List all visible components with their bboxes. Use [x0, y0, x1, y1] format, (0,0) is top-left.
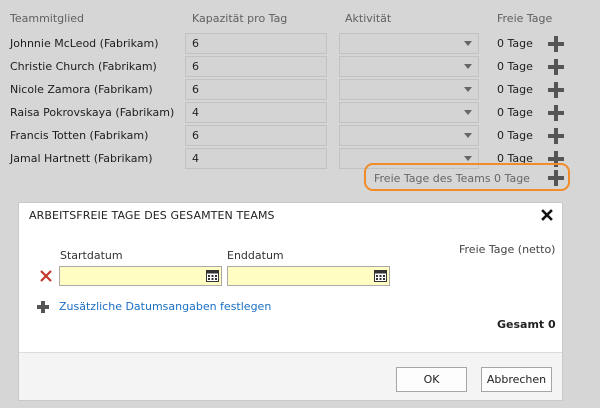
member-row: Johnnie McLeod (Fabrikam) 6 0 Tage	[0, 33, 600, 57]
ok-button[interactable]: OK	[396, 367, 467, 392]
activity-dropdown[interactable]	[339, 56, 479, 77]
calendar-icon[interactable]	[374, 269, 387, 282]
member-days-off: 0 Tage	[497, 37, 533, 50]
member-days-off: 0 Tage	[497, 60, 533, 73]
delete-x-icon[interactable]	[39, 269, 53, 283]
capacity-input[interactable]: 6	[185, 56, 327, 77]
member-name: Johnnie McLeod (Fabrikam)	[10, 37, 159, 50]
capacity-input[interactable]: 6	[185, 79, 327, 100]
member-days-off: 0 Tage	[497, 129, 533, 142]
calendar-icon[interactable]	[206, 269, 219, 282]
activity-dropdown[interactable]	[339, 79, 479, 100]
capacity-input[interactable]: 4	[185, 148, 327, 169]
member-days-off: 0 Tage	[497, 83, 533, 96]
cancel-button[interactable]: Abbrechen	[481, 367, 552, 392]
chevron-down-icon	[464, 87, 472, 92]
member-days-off: 0 Tage	[497, 106, 533, 119]
add-days-off-icon[interactable]	[548, 59, 564, 75]
member-row: Francis Totten (Fabrikam) 6 0 Tage	[0, 125, 600, 149]
chevron-down-icon	[464, 156, 472, 161]
chevron-down-icon	[464, 64, 472, 69]
start-date-input[interactable]	[59, 266, 222, 286]
member-name: Raisa Pokrovskaya (Fabrikam)	[10, 106, 175, 119]
team-days-off-dialog: ARBEITSFREIE TAGE DES GESAMTEN TEAMS Fre…	[18, 202, 563, 401]
team-days-off-highlight: Freie Tage des Teams 0 Tage	[364, 163, 570, 191]
activity-dropdown[interactable]	[339, 125, 479, 146]
add-days-off-icon[interactable]	[548, 82, 564, 98]
member-name: Jamal Hartnett (Fabrikam)	[10, 152, 153, 165]
add-days-off-icon[interactable]	[548, 36, 564, 52]
chevron-down-icon	[464, 41, 472, 46]
end-date-label: Enddatum	[227, 249, 284, 262]
end-date-input[interactable]	[227, 266, 390, 286]
chevron-down-icon	[464, 110, 472, 115]
column-header-member: Teammitglied	[10, 12, 85, 25]
member-name: Francis Totten (Fabrikam)	[10, 129, 149, 142]
start-date-label: Startdatum	[60, 249, 123, 262]
column-header-activity: Aktivität	[345, 12, 392, 25]
activity-dropdown[interactable]	[339, 33, 479, 54]
column-header-days-off: Freie Tage	[497, 12, 553, 25]
activity-dropdown[interactable]	[339, 102, 479, 123]
close-icon[interactable]	[540, 208, 554, 222]
add-days-off-icon[interactable]	[548, 128, 564, 144]
team-days-off-label: Freie Tage des Teams 0 Tage	[374, 172, 530, 185]
total-days: Gesamt 0	[497, 318, 556, 331]
chevron-down-icon	[464, 133, 472, 138]
add-dates-link[interactable]: Zusätzliche Datumsangaben festlegen	[59, 300, 271, 313]
member-row: Raisa Pokrovskaya (Fabrikam) 4 0 Tage	[0, 102, 600, 126]
member-name: Nicole Zamora (Fabrikam)	[10, 83, 153, 96]
capacity-input[interactable]: 6	[185, 125, 327, 146]
net-days-header: Freie Tage (netto)	[459, 243, 556, 256]
member-name: Christie Church (Fabrikam)	[10, 60, 157, 73]
dialog-footer: OK Abbrechen	[19, 353, 562, 400]
add-team-days-off-icon[interactable]	[548, 170, 564, 186]
add-dates-row[interactable]: Zusätzliche Datumsangaben festlegen	[37, 299, 297, 315]
capacity-input[interactable]: 4	[185, 102, 327, 123]
member-row: Nicole Zamora (Fabrikam) 6 0 Tage	[0, 79, 600, 103]
member-row: Christie Church (Fabrikam) 6 0 Tage	[0, 56, 600, 80]
add-days-off-icon[interactable]	[548, 105, 564, 121]
column-header-capacity: Kapazität pro Tag	[192, 12, 288, 25]
plus-icon[interactable]	[37, 301, 49, 313]
capacity-input[interactable]: 6	[185, 33, 327, 54]
dialog-title: ARBEITSFREIE TAGE DES GESAMTEN TEAMS	[29, 209, 275, 222]
